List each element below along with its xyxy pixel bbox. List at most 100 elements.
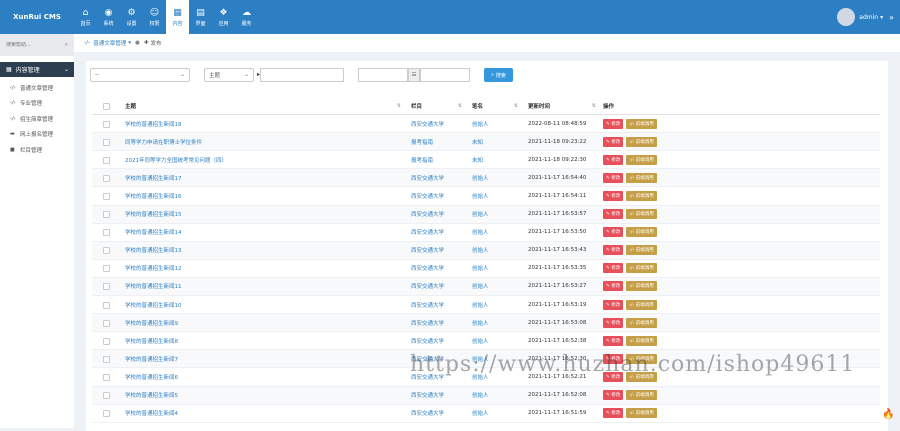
row-author[interactable]: 创始人 (472, 224, 522, 241)
sidebar-item-2[interactable]: ‹/› 招生简章管理 (0, 111, 74, 126)
frontend-call-button[interactable]: ‹/› 前端调用 (626, 263, 657, 274)
row-checkbox[interactable] (103, 410, 110, 418)
row-column[interactable]: 西安交通大学 (411, 405, 466, 422)
row-author[interactable]: 创始人 (472, 278, 522, 295)
row-author[interactable]: 创始人 (472, 314, 522, 331)
row-checkbox[interactable] (103, 192, 110, 200)
frontend-call-button[interactable]: ‹/› 前端调用 (626, 136, 657, 147)
row-column[interactable]: 西安交通大学 (411, 115, 466, 132)
field-select[interactable]: 主题 ⌄ (204, 68, 254, 82)
row-author[interactable]: 创始人 (472, 242, 522, 259)
row-title[interactable]: 学校的普通招生新闻5 (125, 387, 405, 404)
row-column[interactable]: 西安交通大学 (411, 332, 466, 349)
nav-item-7[interactable]: ☁ 服务 (235, 0, 258, 34)
user-menu[interactable]: admin ▾ » (837, 0, 894, 34)
fire-icon[interactable]: 🔥 (882, 409, 894, 420)
row-title[interactable]: 学校的普通招生新闻10 (125, 296, 405, 313)
edit-button[interactable]: ✎ 修改 (603, 227, 624, 238)
edit-button[interactable]: ✎ 修改 (603, 136, 624, 147)
row-title[interactable]: 学校的普通招生新闻7 (125, 350, 405, 367)
nav-item-1[interactable]: ◉ 系统 (97, 0, 120, 34)
row-column[interactable]: 西安交通大学 (411, 187, 466, 204)
nav-item-0[interactable]: ⌂ 首页 (74, 0, 97, 34)
row-column[interactable]: 西安交通大学 (411, 387, 466, 404)
frontend-call-button[interactable]: ‹/› 前端调用 (626, 299, 657, 310)
edit-button[interactable]: ✎ 修改 (603, 154, 624, 165)
row-title[interactable]: 2021年同等学力全国统考常见问题（四） (125, 151, 405, 168)
row-column[interactable]: 西安交通大学 (411, 169, 466, 186)
row-title[interactable]: 学校的普通招生新闻12 (125, 260, 405, 277)
search-icon[interactable]: ⌕ (65, 41, 68, 49)
start-date-input[interactable] (358, 68, 408, 82)
edit-button[interactable]: ✎ 修改 (603, 390, 624, 401)
edit-button[interactable]: ✎ 修改 (603, 245, 624, 256)
row-checkbox[interactable] (103, 373, 110, 381)
tab-publish[interactable]: 发布 (150, 39, 161, 47)
row-checkbox[interactable] (103, 211, 110, 219)
sidebar-item-0[interactable]: ‹/› 普通文章管理 (0, 80, 74, 95)
row-column[interactable]: 西安交通大学 (411, 278, 466, 295)
col-header-time[interactable]: 更新时间 ⇅ (528, 97, 600, 114)
sidebar-item-4[interactable]: ■ 栏目管理 (0, 142, 74, 157)
row-title[interactable]: 同等学力申请在职博士学位条件 (125, 133, 405, 150)
row-author[interactable]: 创始人 (472, 405, 522, 422)
row-checkbox[interactable] (103, 138, 110, 146)
nav-item-3[interactable]: ☺ 权限 (143, 0, 166, 34)
nav-item-6[interactable]: ❖ 应用 (212, 0, 235, 34)
row-column[interactable]: 西安交通大学 (411, 260, 466, 277)
category-select[interactable]: -- ⌄ (90, 68, 190, 82)
sort-icon[interactable]: ⇅ (397, 103, 401, 109)
edit-button[interactable]: ✎ 修改 (603, 317, 624, 328)
row-title[interactable]: 学校的普通招生新闻17 (125, 169, 405, 186)
search-input[interactable] (6, 42, 54, 48)
row-title[interactable]: 学校的普通招生新闻11 (125, 278, 405, 295)
frontend-call-button[interactable]: ‹/› 前端调用 (626, 227, 657, 238)
avatar[interactable] (837, 8, 856, 26)
chevron-right-icon[interactable]: » (889, 13, 894, 22)
col-header-column[interactable]: 栏目 ⇅ (411, 97, 466, 114)
row-title[interactable]: 学校的普通招生新闻4 (125, 405, 405, 422)
row-author[interactable]: 创始人 (472, 296, 522, 313)
sidebar-item-3[interactable]: ▬ 网上报名管理 (0, 127, 74, 142)
edit-button[interactable]: ✎ 修改 (603, 335, 624, 346)
row-author[interactable]: 创始人 (472, 169, 522, 186)
row-title[interactable]: 学校的普通招生新闻9 (125, 314, 405, 331)
row-author[interactable]: 创始人 (472, 387, 522, 404)
select-all-checkbox[interactable] (103, 102, 110, 110)
search-button[interactable]: ⌕ 搜索 (484, 68, 513, 82)
frontend-call-button[interactable]: ‹/› 前端调用 (626, 390, 657, 401)
nav-item-5[interactable]: ▤ 界面 (189, 0, 212, 34)
frontend-call-button[interactable]: ‹/› 前端调用 (626, 154, 657, 165)
edit-button[interactable]: ✎ 修改 (603, 299, 624, 310)
row-author[interactable]: 创始人 (472, 187, 522, 204)
nav-item-2[interactable]: ⚙ 设置 (120, 0, 143, 34)
row-checkbox[interactable] (103, 319, 110, 327)
row-title[interactable]: 学校的普通招生新闻15 (125, 206, 405, 223)
tab-article-manage[interactable]: 普通文章管理 (93, 39, 126, 47)
edit-button[interactable]: ✎ 修改 (603, 408, 624, 419)
sidebar-item-1[interactable]: ‹/› 专业管理 (0, 96, 74, 111)
keyword-input[interactable] (260, 68, 344, 82)
row-title[interactable]: 学校的普通招生新闻14 (125, 224, 405, 241)
edit-button[interactable]: ✎ 修改 (603, 118, 624, 129)
end-date-input[interactable] (420, 68, 470, 82)
sort-icon[interactable]: ⇅ (592, 103, 596, 109)
row-checkbox[interactable] (103, 392, 110, 399)
row-column[interactable]: 西安交通大学 (411, 314, 466, 331)
row-author[interactable]: 创始人 (472, 332, 522, 349)
caret-down-icon[interactable]: ▾ (880, 14, 883, 21)
col-header-author[interactable]: 笔名 ⇅ (472, 97, 522, 114)
row-title[interactable]: 学校的普通招生新闻8 (125, 332, 405, 349)
frontend-call-button[interactable]: ‹/› 前端调用 (626, 209, 657, 220)
row-column[interactable]: 西安交通大学 (411, 296, 466, 313)
sidebar-menu-content[interactable]: ▦ 内容管理 ⌄ (0, 62, 74, 77)
frontend-call-button[interactable]: ‹/› 前端调用 (626, 172, 657, 183)
row-author[interactable]: 创始人 (472, 115, 522, 132)
row-checkbox[interactable] (103, 247, 110, 255)
row-author[interactable]: 创始人 (472, 260, 522, 277)
frontend-call-button[interactable]: ‹/› 前端调用 (626, 245, 657, 256)
sort-icon[interactable]: ⇅ (458, 103, 462, 109)
row-checkbox[interactable] (103, 301, 110, 309)
calendar-icon[interactable]: ☷ (408, 68, 420, 82)
row-column[interactable]: 西安交通大学 (411, 242, 466, 259)
